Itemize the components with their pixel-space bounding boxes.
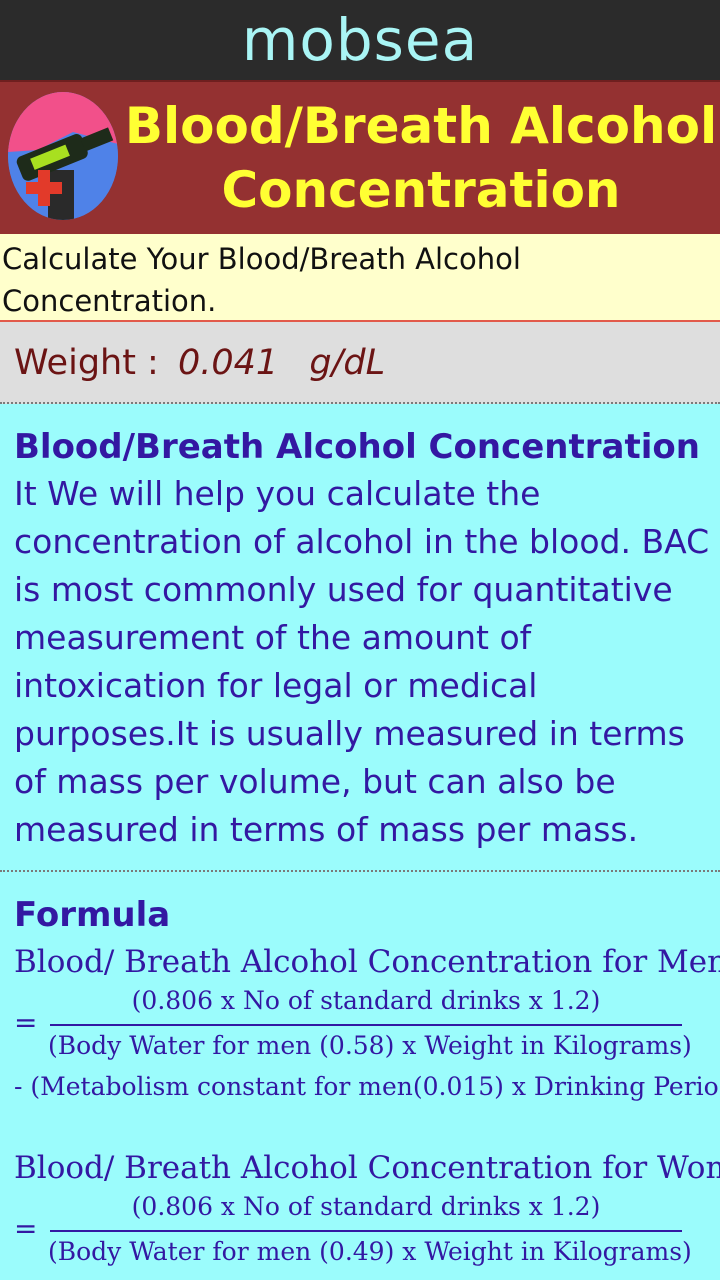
- fraction-bar: [50, 1024, 682, 1026]
- fraction-bar: [50, 1230, 682, 1232]
- result-panel: Weight : 0.041 g/dL: [0, 322, 720, 404]
- app-header: Blood/Breath Alcohol Concentration: [0, 80, 720, 234]
- formula-men-denominator: (Body Water for men (0.58) x Weight in K…: [48, 1031, 692, 1060]
- formula-men-numerator: (0.806 x No of standard drinks x 1.2): [131, 986, 601, 1015]
- result-label: Weight :: [14, 343, 159, 383]
- formula-section: Formula Blood/ Breath Alcohol Concentrat…: [0, 874, 720, 1280]
- formula-women-title: Blood/ Breath Alcohol Concentration for …: [14, 1150, 720, 1186]
- result-value: 0.041: [178, 343, 279, 383]
- formula-women-denominator: (Body Water for men (0.49) x Weight in K…: [48, 1237, 692, 1266]
- formula-women-numerator: (0.806 x No of standard drinks x 1.2): [131, 1192, 601, 1221]
- description-heading: Blood/Breath Alcohol Concentration: [14, 427, 700, 467]
- formula-men-fraction: = (0.806 x No of standard drinks x 1.2) …: [14, 984, 720, 1102]
- description-body: It We will help you calculate the concen…: [14, 474, 710, 849]
- brand-logo-text: mobsea: [241, 6, 479, 74]
- formula-men-metabolism: - (Metabolism constant for men(0.015) x …: [14, 1072, 720, 1101]
- equals-sign: =: [14, 1212, 38, 1245]
- formula-women-fraction: = (0.806 x No of standard drinks x 1.2) …: [14, 1190, 720, 1280]
- result-unit: g/dL: [309, 343, 386, 383]
- app-top-bar: mobsea: [0, 0, 720, 80]
- alcohol-bottle-logo-icon: [8, 92, 118, 220]
- formula-men-title: Blood/ Breath Alcohol Concentration for …: [14, 944, 720, 980]
- page-title: Blood/Breath Alcohol Concentration: [124, 97, 718, 219]
- formula-heading: Formula: [14, 895, 171, 935]
- description-section: Blood/Breath Alcohol Concentration It We…: [0, 406, 720, 872]
- intro-banner: Calculate Your Blood/Breath Alcohol Conc…: [0, 234, 720, 322]
- equals-sign: =: [14, 1006, 38, 1039]
